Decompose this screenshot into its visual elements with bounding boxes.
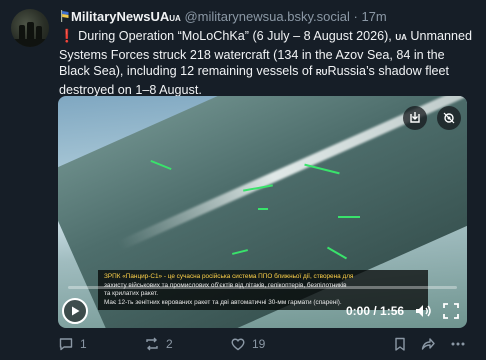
ua-tag: UA [395,33,407,42]
post-header: MilitaryNewsUAUA @militarynewsua.bsky.so… [59,9,476,27]
reply-icon [59,338,73,351]
hud-mark [338,216,360,218]
download-button[interactable] [403,106,427,130]
like-button[interactable]: 19 [230,336,265,352]
heart-icon [231,338,245,351]
exclamation-icon: ❗ [59,29,75,43]
avatar[interactable] [11,9,49,47]
post-text-part-1: During Operation “MoLoChKa” (6 July – 8 … [74,29,396,43]
repost-icon [146,337,158,351]
share-button[interactable] [420,336,436,352]
like-count: 19 [252,337,266,351]
more-options-button[interactable] [450,336,466,352]
fullscreen-icon [443,303,459,319]
settings-button[interactable] [437,106,461,130]
display-name[interactable]: MilitaryNewsUA [71,9,169,24]
reply-button[interactable]: 1 [58,336,87,352]
author-handle[interactable]: @militarynewsua.bsky.social [184,9,349,24]
share-icon [421,338,435,350]
ru-tag: RU [315,68,328,77]
bookmark-button[interactable] [392,336,408,352]
hud-mark [258,208,268,210]
post-text: ❗ During Operation “MoLoChKa” (6 July – … [59,28,475,98]
fullscreen-button[interactable] [441,301,461,321]
play-button[interactable] [62,298,88,324]
separator-dot: · [353,9,358,24]
video-time-readout: 0:00 / 1:56 [346,304,405,318]
caption-line: ЗРПК «Панцир-С1» - це сучасна російська … [104,273,354,280]
video-player[interactable]: ЗРПК «Панцир-С1» - це сучасна російська … [58,96,467,328]
post-actions: 1 2 19 [58,336,478,354]
play-icon [72,306,80,316]
repost-button[interactable]: 2 [144,336,173,352]
gear-icon [443,112,455,124]
display-name-suffix: UA [169,14,181,23]
speaker-icon [416,305,431,317]
save-icon [410,112,420,123]
video-progress-bar[interactable] [68,286,457,289]
reply-count: 1 [80,337,87,351]
ua-flag-icon [61,10,69,22]
post-card[interactable]: MilitaryNewsUAUA @militarynewsua.bsky.so… [0,0,486,360]
bookmark-icon [395,337,405,351]
repost-count: 2 [166,337,173,351]
caption-line: та крилатих ракет. [104,290,159,298]
volume-button[interactable] [413,301,433,321]
ellipsis-icon [451,342,465,346]
post-timestamp[interactable]: 17m [361,9,386,24]
